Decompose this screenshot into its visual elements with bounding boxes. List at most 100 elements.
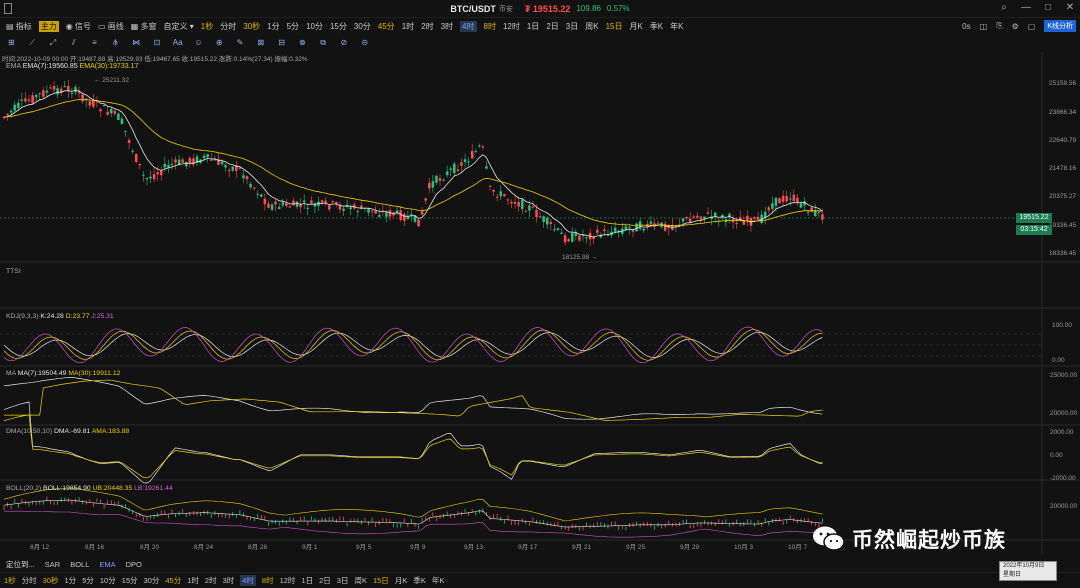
tab-sar[interactable]: SAR [45, 560, 60, 569]
candle-body [113, 110, 117, 114]
kline-chart[interactable]: 25158.56 23866.34 22640.79 21478.16 20375.27… [0, 0, 1080, 556]
btf-30m[interactable]: 30分 [144, 575, 160, 586]
tab-dpo[interactable]: DPO [126, 560, 142, 569]
btf-10m[interactable]: 10分 [100, 575, 116, 586]
btf-year[interactable]: 年K [432, 575, 445, 586]
candle-body [13, 104, 16, 111]
y-axis-label: 20375.27 [1049, 193, 1076, 200]
candle-body [242, 175, 245, 179]
candle-body [692, 216, 696, 218]
ema7-line [3, 89, 823, 238]
btf-8h[interactable]: 8时 [262, 575, 274, 586]
candle-body [485, 166, 488, 169]
candle-body [778, 198, 781, 204]
btf-3d[interactable]: 3日 [337, 575, 349, 586]
candle-body [299, 204, 302, 208]
candle-body [274, 201, 277, 205]
ttsi-name: TTSI [6, 268, 21, 275]
candle-body [556, 228, 560, 230]
ma-axis-label: 20000.00 [1050, 410, 1077, 417]
candle-body [656, 223, 660, 225]
candle-body [613, 227, 617, 232]
btf-30s[interactable]: 30秒 [43, 575, 59, 586]
candle-body [67, 85, 70, 91]
candle-body [267, 203, 270, 208]
btf-2h[interactable]: 2时 [205, 575, 217, 586]
btf-15d[interactable]: 15日 [373, 575, 389, 586]
candle-body [649, 221, 653, 224]
ma-legend: MA MA(7):19504.49 MA(30):19911.12 [6, 370, 120, 377]
candle-body [370, 210, 374, 212]
btf-5m[interactable]: 5分 [82, 575, 94, 586]
y-axis-label: 25158.56 [1049, 80, 1076, 87]
candle-body [403, 213, 406, 221]
candle-body [495, 196, 499, 198]
btf-season[interactable]: 季K [413, 575, 426, 586]
candle-body [528, 205, 531, 211]
candle-body [9, 110, 13, 113]
candle-body [138, 163, 142, 166]
candle-body [510, 201, 513, 204]
candle-body [277, 206, 281, 209]
tab-ema[interactable]: EMA [99, 560, 115, 569]
candle-body [488, 185, 492, 187]
date-tooltip: 2022年10月9日 星期日 [999, 561, 1057, 581]
candle-body [92, 100, 95, 107]
btf-45m[interactable]: 45分 [165, 575, 181, 586]
locate-input[interactable]: 定位到... [6, 559, 35, 570]
candle-body [6, 113, 9, 115]
candle-body [81, 94, 84, 102]
candle-body [424, 198, 427, 201]
candle-body [302, 200, 306, 203]
candle-body [470, 151, 474, 159]
candle-body [535, 209, 538, 218]
btf-1m[interactable]: 1分 [65, 575, 77, 586]
candle-body [713, 212, 717, 217]
btf-timeshare[interactable]: 分时 [22, 575, 37, 586]
candle-body [560, 232, 563, 235]
candle-body [688, 218, 692, 223]
candle-body [249, 183, 252, 188]
candle-body [806, 211, 810, 213]
candle-body [821, 214, 824, 220]
dma-axis-label: -2000.00 [1050, 475, 1076, 482]
btf-1s[interactable]: 1秒 [4, 575, 16, 586]
x-axis-label: 9月 5 [356, 543, 372, 551]
btf-1d[interactable]: 1日 [301, 575, 313, 586]
btf-2d[interactable]: 2日 [319, 575, 331, 586]
btf-4h[interactable]: 4时 [240, 575, 256, 586]
candle-body [435, 175, 438, 183]
kdj-j: J:25.31 [91, 313, 114, 320]
candle-body [56, 88, 59, 95]
x-axis-label: 10月 7 [788, 543, 808, 551]
btf-3h[interactable]: 3时 [223, 575, 235, 586]
candle-body [210, 159, 213, 161]
candle-body [453, 163, 456, 174]
candle-body [574, 232, 578, 236]
dma-legend: DMA(10,50,10) DMA:-69.81 AMA:183.88 [6, 428, 129, 435]
candle-body [31, 95, 34, 104]
candle-body [134, 154, 138, 163]
x-axis-label: 10月 3 [734, 543, 754, 551]
candle-body [785, 195, 788, 202]
btf-15m[interactable]: 15分 [122, 575, 138, 586]
candle-body [417, 219, 420, 227]
candle-body [596, 229, 599, 233]
candle-body [406, 216, 410, 220]
candle-body [295, 201, 299, 207]
x-axis-label: 8月 20 [140, 543, 160, 551]
tab-boll[interactable]: BOLL [70, 560, 89, 569]
btf-1h[interactable]: 1时 [187, 575, 199, 586]
candle-body [38, 93, 41, 95]
candle-body [202, 155, 206, 159]
candle-body [342, 208, 345, 211]
btf-month[interactable]: 月K [395, 575, 408, 586]
candle-body [109, 108, 113, 114]
candle-body [367, 208, 370, 213]
candle-body [152, 174, 156, 180]
y-axis-label: 19336.45 [1049, 222, 1076, 229]
btf-12h[interactable]: 12时 [280, 575, 296, 586]
candle-body [438, 178, 442, 181]
candle-body [499, 191, 503, 197]
btf-week[interactable]: 周K [354, 575, 367, 586]
